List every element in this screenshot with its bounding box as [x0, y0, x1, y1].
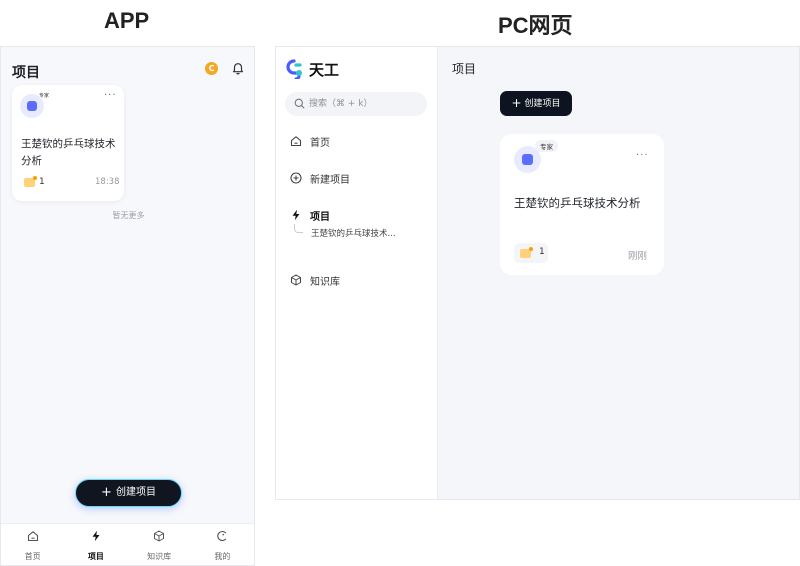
project-card[interactable]: 专家 ··· 王楚钦的乒乓球技术分析 1 刚刚: [500, 134, 664, 275]
cube-icon: [154, 530, 165, 542]
tab-knowledge-base-label: 知识库: [147, 552, 172, 561]
home-icon: [27, 531, 38, 542]
sidebar-item-new-project-label: 新建项目: [310, 174, 350, 186]
search-box[interactable]: [285, 92, 427, 116]
sidebar-item-projects-label: 项目: [310, 211, 330, 223]
search-input[interactable]: [309, 96, 419, 112]
project-card[interactable]: 专家 ··· 王楚钦的乒乓球技术分析 1 18:38: [12, 85, 124, 201]
add-circle-icon: [290, 172, 302, 184]
cube-icon: [291, 274, 301, 286]
bolt-icon: [92, 530, 100, 542]
sidebar: 天工 首页 新建项目 项目: [276, 47, 438, 499]
sidebar-item-home[interactable]: 首页: [290, 133, 330, 149]
sidebar-subitem-project[interactable]: 王楚钦的乒乓球技术...: [294, 224, 396, 239]
document-icon: [24, 176, 37, 187]
sidebar-item-knowledge-base[interactable]: 知识库: [290, 272, 340, 288]
sidebar-item-projects[interactable]: 项目: [290, 207, 330, 223]
sidebar-item-home-label: 首页: [310, 137, 330, 149]
expert-badge: 专家: [39, 93, 50, 99]
create-project-label: 创建项目: [115, 487, 156, 498]
project-time: 刚刚: [628, 251, 648, 262]
create-project-button[interactable]: + 创建项目: [75, 479, 182, 507]
project-title: 王楚钦的乒乓球技术分析: [21, 138, 116, 167]
create-project-button[interactable]: + 创建项目: [500, 91, 572, 116]
more-options-icon[interactable]: ···: [636, 150, 649, 161]
sidebar-item-new-project[interactable]: 新建项目: [290, 170, 350, 186]
tab-knowledge-base[interactable]: 知识库: [128, 524, 191, 565]
document-count: 1: [539, 247, 545, 257]
pc-screen: 天工 首页 新建项目 项目: [275, 46, 800, 500]
bolt-icon: [292, 209, 300, 221]
search-icon: [294, 98, 305, 109]
home-icon: [290, 136, 302, 147]
more-options-icon[interactable]: ···: [104, 90, 117, 101]
pc-heading: PC网页: [498, 13, 573, 38]
plus-icon: +: [101, 485, 112, 500]
tree-branch-line: [294, 224, 303, 233]
tab-home[interactable]: 首页: [1, 524, 64, 565]
sidebar-subitem-project-label: 王楚钦的乒乓球技术...: [311, 229, 396, 239]
tab-projects[interactable]: 项目: [64, 524, 127, 565]
bell-icon[interactable]: [231, 61, 245, 75]
app-screen: 项目 C 专家 ··· 王楚钦的乒乓球技术分析 1 18:38 暂无更多 + 创建…: [0, 46, 255, 566]
bottom-tab-bar: 首页 项目 知识库 我的: [1, 523, 254, 565]
coin-icon[interactable]: C: [205, 62, 218, 75]
tab-profile[interactable]: 我的: [191, 524, 254, 565]
sidebar-item-knowledge-base-label: 知识库: [310, 276, 340, 288]
document-count-chip: 1: [514, 243, 548, 263]
app-page-title: 项目: [12, 65, 40, 81]
tab-home-label: 首页: [24, 552, 41, 561]
project-title: 王楚钦的乒乓球技术分析: [514, 196, 641, 210]
brand-name: 天工: [309, 61, 340, 79]
no-more-text: 暂无更多: [112, 211, 145, 220]
create-project-label: 创建项目: [524, 99, 561, 109]
project-time: 18:38: [95, 177, 120, 187]
main-page-title: 项目: [452, 62, 477, 76]
tab-profile-label: 我的: [214, 552, 231, 561]
app-heading: APP: [104, 8, 150, 33]
plus-icon: +: [511, 96, 522, 110]
document-icon: [520, 247, 533, 258]
document-count: 1: [39, 177, 45, 187]
profile-icon: [217, 530, 227, 542]
tab-projects-label: 项目: [87, 552, 104, 561]
brand-logo-icon: [286, 59, 302, 79]
expert-badge: 专家: [535, 140, 558, 152]
